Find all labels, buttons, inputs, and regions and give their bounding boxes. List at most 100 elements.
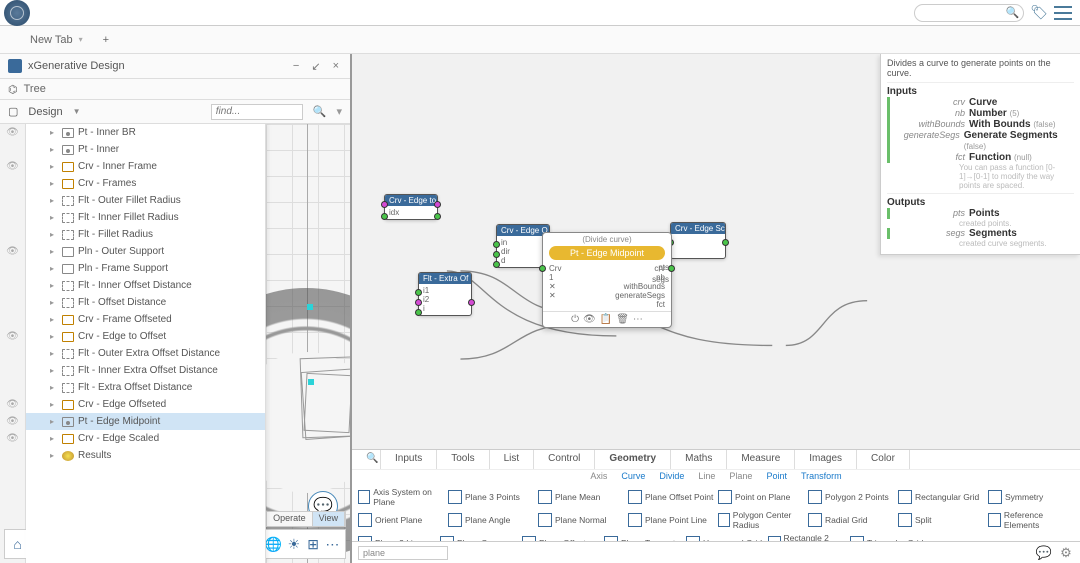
eye-icon[interactable]: 👁 (583, 314, 596, 325)
sub-plane[interactable]: Plane (729, 471, 752, 483)
sub-line[interactable]: Line (698, 471, 715, 483)
eye-icon[interactable]: 👁 (0, 430, 25, 447)
tool-item[interactable]: Polygon Center Radius (718, 510, 804, 530)
close-button[interactable]: × (330, 60, 342, 72)
cat-search-icon[interactable]: 🔍 (352, 450, 381, 469)
cat-color[interactable]: Color (857, 450, 910, 469)
more-icon[interactable]: ⋯ (633, 314, 643, 325)
category-bar: 🔍 Inputs Tools List Control Geometry Mat… (352, 449, 1080, 469)
viewport-3d[interactable] (266, 124, 350, 563)
globe-icon[interactable]: 🌐 (264, 533, 283, 555)
node-crv-edge-sc[interactable]: Crv - Edge Sc (670, 222, 726, 259)
tool-item[interactable]: Point on Plane (718, 487, 804, 507)
minimize-button[interactable]: − (290, 60, 302, 72)
tool-item[interactable]: Split (898, 510, 984, 530)
tree-item[interactable]: ▸Crv - Edge to Offset (26, 328, 265, 345)
collapse-button[interactable]: ↙ (308, 60, 323, 73)
tree-item[interactable]: ▸Crv - Frames (26, 175, 265, 192)
tool-item[interactable]: Plane Angle (448, 510, 534, 530)
visibility-column: 👁👁 👁 👁 👁 👁 👁 (0, 124, 26, 563)
node-flt-extra-of[interactable]: Flt - Extra Of i1i2i (418, 272, 472, 316)
tool-item[interactable]: Symmetry (988, 487, 1074, 507)
cat-maths[interactable]: Maths (671, 450, 727, 469)
tree-item[interactable]: ▸Pt - Edge Midpoint (26, 413, 265, 430)
tool-item[interactable]: Plane Mean (538, 487, 624, 507)
help-panel: Divides a curve to generate points on th… (880, 54, 1080, 255)
sub-curve[interactable]: Curve (621, 471, 645, 483)
cat-inputs[interactable]: Inputs (381, 450, 437, 469)
cat-list[interactable]: List (490, 450, 535, 469)
tree-item[interactable]: ▸Pt - Inner BR (26, 124, 265, 141)
sub-axis[interactable]: Axis (590, 471, 607, 483)
filter-icon[interactable]: ▾ (336, 105, 342, 118)
tree-item[interactable]: ▸Flt - Outer Extra Offset Distance (26, 345, 265, 362)
cat-measure[interactable]: Measure (727, 450, 795, 469)
menu-icon[interactable] (1054, 6, 1072, 20)
eye-icon[interactable]: 👁 (0, 328, 25, 345)
tree-item[interactable]: ▸Pt - Inner (26, 141, 265, 158)
tree-item[interactable]: ▸Crv - Inner Frame (26, 158, 265, 175)
tree-item[interactable]: ▸Crv - Edge Offseted (26, 396, 265, 413)
ctx-view[interactable]: View (313, 512, 345, 526)
cat-control[interactable]: Control (534, 450, 595, 469)
tree-item[interactable]: ▸Pln - Outer Support (26, 243, 265, 260)
cat-tools[interactable]: Tools (437, 450, 489, 469)
sun-icon[interactable]: ☀ (285, 533, 302, 555)
tool-item[interactable]: Plane Normal (538, 510, 624, 530)
tab-new[interactable]: New Tab▾ (30, 34, 83, 46)
tab-add[interactable]: + (103, 34, 109, 46)
eye-icon[interactable]: 👁 (0, 124, 25, 141)
tree-list[interactable]: ▸Pt - Inner BR▸Pt - Inner▸Crv - Inner Fr… (26, 124, 266, 563)
tree-item[interactable]: ▸Flt - Extra Offset Distance (26, 379, 265, 396)
tree-item[interactable]: ▸Flt - Offset Distance (26, 294, 265, 311)
tree-item[interactable]: ▸Crv - Edge Scaled (26, 430, 265, 447)
trash-icon[interactable]: 🗑 (616, 314, 629, 325)
tree-item[interactable]: ▸Flt - Fillet Radius (26, 226, 265, 243)
sub-transform[interactable]: Transform (801, 471, 842, 483)
tree-item[interactable]: ▸Crv - Frame Offseted (26, 311, 265, 328)
tool-item[interactable]: Plane Offset Point (628, 487, 714, 507)
tool-item[interactable]: Rectangular Grid (898, 487, 984, 507)
app-logo-icon[interactable] (4, 0, 30, 26)
sub-divide[interactable]: Divide (659, 471, 684, 483)
extras-icon[interactable]: ⋯ (324, 533, 341, 555)
tool-item[interactable]: Orient Plane (358, 510, 444, 530)
eye-icon[interactable]: 👁 (0, 158, 25, 175)
tree-item[interactable]: ▸Flt - Outer Fillet Radius (26, 192, 265, 209)
cat-images[interactable]: Images (795, 450, 857, 469)
chevron-down-icon[interactable]: ▼ (73, 107, 81, 116)
tool-item[interactable]: Polygon 2 Points (808, 487, 894, 507)
eye-icon[interactable]: 👁 (0, 243, 25, 260)
footer-search-input[interactable] (358, 546, 448, 560)
tree-item[interactable]: ▸Pln - Frame Support (26, 260, 265, 277)
tree-item[interactable]: ▸Results (26, 447, 265, 464)
tool-item[interactable]: Plane Point Line (628, 510, 714, 530)
copy-icon[interactable]: 📋 (600, 314, 612, 325)
power-icon[interactable]: ⏻ (571, 314, 579, 325)
tool-item[interactable]: Radial Grid (808, 510, 894, 530)
chat-icon[interactable]: 💬 (1036, 545, 1052, 561)
graph-canvas[interactable]: Crv - Edge to idx Flt - Extra Of i1i2i C… (352, 54, 1080, 449)
find-search-icon[interactable]: 🔍 (313, 105, 327, 118)
tree-item[interactable]: ▸Flt - Inner Fillet Radius (26, 209, 265, 226)
tool-grid: Axis System on PlanePlane 3 PointsPlane … (352, 483, 1080, 541)
tag-icon[interactable]: 🏷 (1030, 4, 1048, 21)
tool-item[interactable]: Axis System on Plane (358, 487, 444, 507)
eye-icon[interactable]: 👁 (0, 413, 25, 430)
gear-icon[interactable]: ⚙ (1058, 545, 1074, 561)
global-search-input[interactable]: 🔍 (914, 4, 1024, 22)
tool-item[interactable]: Reference Elements (988, 510, 1074, 530)
sub-point[interactable]: Point (766, 471, 787, 483)
tree-item[interactable]: ▸Flt - Inner Extra Offset Distance (26, 362, 265, 379)
node-crv-edge-to[interactable]: Crv - Edge to idx (384, 194, 438, 220)
eye-icon[interactable]: 👁 (0, 396, 25, 413)
node-divide-curve[interactable]: (Divide curve) Pt - Edge Midpoint Crvcrv… (542, 232, 672, 328)
tree-item[interactable]: ▸Flt - Inner Offset Distance (26, 277, 265, 294)
grid2-icon[interactable]: ⊞ (304, 533, 321, 555)
find-input[interactable] (211, 104, 303, 120)
tab-bar: New Tab▾ + (0, 26, 1080, 54)
ctx-operate[interactable]: Operate (267, 512, 313, 526)
tool-item[interactable]: Plane 3 Points (448, 487, 534, 507)
cat-geometry[interactable]: Geometry (595, 450, 671, 469)
home-button[interactable]: ⌂ (9, 533, 26, 555)
